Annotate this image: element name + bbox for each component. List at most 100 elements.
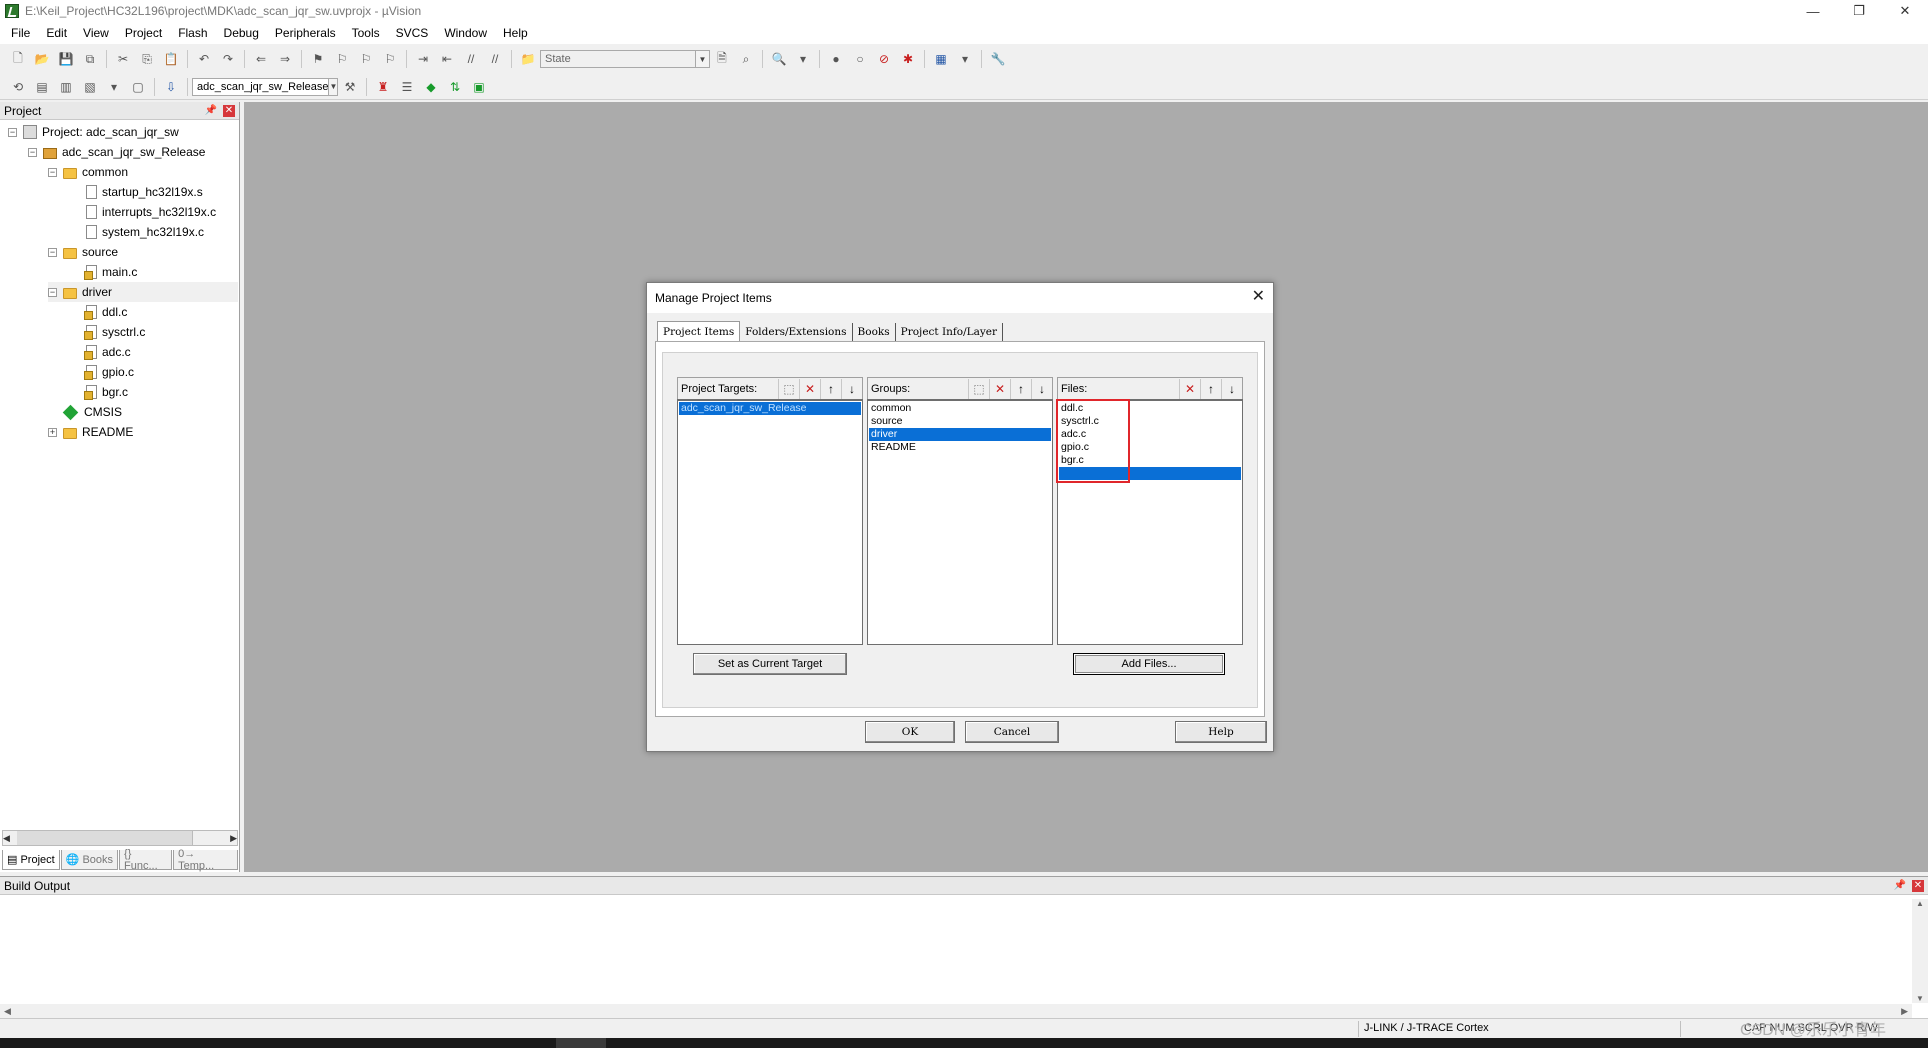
- tab-books[interactable]: 🌐 Books: [60, 850, 119, 870]
- list-item[interactable]: sysctrl.c: [1059, 415, 1241, 428]
- redo-icon[interactable]: ↷: [218, 49, 238, 69]
- tree-target[interactable]: − adc_scan_jqr_sw_Release: [28, 142, 205, 162]
- move-down-icon[interactable]: ↓: [1221, 378, 1242, 399]
- undo-icon[interactable]: ↶: [194, 49, 214, 69]
- chevron-down-icon[interactable]: ▾: [793, 49, 813, 69]
- delete-file-icon[interactable]: ✕: [1179, 378, 1200, 399]
- new-target-icon[interactable]: ⬚: [778, 378, 799, 399]
- unindent-icon[interactable]: ⇤: [437, 49, 457, 69]
- list-item[interactable]: ddl.c: [1059, 402, 1241, 415]
- bookmark-clear-icon[interactable]: ⚐: [380, 49, 400, 69]
- breakpoint-disable-icon[interactable]: ○: [850, 49, 870, 69]
- debug-session-icon[interactable]: 🔍: [769, 49, 789, 69]
- build-icon[interactable]: ▤: [32, 77, 52, 97]
- download-icon[interactable]: ⇩: [161, 77, 181, 97]
- move-down-icon[interactable]: ↓: [1031, 378, 1052, 399]
- delete-group-icon[interactable]: ✕: [989, 378, 1010, 399]
- tab-folders-extensions[interactable]: Folders/Extensions: [740, 323, 853, 341]
- state-combo[interactable]: State ▼: [540, 50, 710, 68]
- expand-icon[interactable]: +: [48, 427, 57, 437]
- project-targets-list[interactable]: adc_scan_jqr_sw_Release: [677, 399, 863, 645]
- add-files-button[interactable]: Add Files...: [1073, 653, 1225, 675]
- list-item[interactable]: bgr.c: [1059, 454, 1241, 467]
- pack-installer-icon[interactable]: ◆: [421, 77, 441, 97]
- file-extensions-icon[interactable]: ☰: [397, 77, 417, 97]
- uncomment-icon[interactable]: //: [485, 49, 505, 69]
- minimize-button[interactable]: —: [1790, 0, 1836, 22]
- build-output-horizontal-scrollbar[interactable]: ◀ ▶: [0, 1004, 1912, 1018]
- tree-file[interactable]: startup_hc32l19x.s: [86, 182, 203, 202]
- breakpoint-options-icon[interactable]: ✱: [898, 49, 918, 69]
- list-item[interactable]: source: [869, 415, 1051, 428]
- menu-peripherals[interactable]: Peripherals: [267, 26, 344, 40]
- menu-debug[interactable]: Debug: [216, 26, 267, 40]
- list-item[interactable]: driver: [869, 428, 1051, 441]
- tree-cmsis[interactable]: CMSIS: [62, 402, 122, 422]
- tree-file[interactable]: sysctrl.c: [84, 322, 145, 342]
- tab-project-items[interactable]: Project Items: [657, 321, 741, 341]
- translate-icon[interactable]: ⟲: [8, 77, 28, 97]
- scroll-left-icon[interactable]: ◀: [4, 1006, 11, 1017]
- scroll-thumb[interactable]: [17, 831, 193, 845]
- list-item[interactable]: README: [869, 441, 1051, 454]
- ok-button[interactable]: OK: [865, 721, 955, 743]
- open-file-icon[interactable]: 📂: [32, 49, 52, 69]
- configure-wrench-icon[interactable]: 🔧: [988, 49, 1008, 69]
- tree-root[interactable]: − Project: adc_scan_jqr_sw: [8, 122, 179, 142]
- list-item[interactable]: common: [869, 402, 1051, 415]
- breakpoint-icon[interactable]: ●: [826, 49, 846, 69]
- tab-functions[interactable]: {} Func...: [119, 848, 173, 872]
- batch-build-icon[interactable]: ▧: [80, 77, 100, 97]
- tree-group-driver[interactable]: − driver: [48, 282, 238, 302]
- target-select[interactable]: adc_scan_jqr_sw_Release ▼: [192, 77, 338, 96]
- menu-flash[interactable]: Flash: [170, 26, 215, 40]
- chevron-down-icon[interactable]: ▾: [104, 77, 124, 97]
- collapse-icon[interactable]: −: [28, 147, 37, 157]
- copy-icon[interactable]: ⎘: [137, 49, 157, 69]
- tree-file[interactable]: adc.c: [84, 342, 131, 362]
- scroll-down-icon[interactable]: ▼: [1916, 994, 1924, 1003]
- menu-help[interactable]: Help: [495, 26, 536, 40]
- menu-tools[interactable]: Tools: [344, 26, 388, 40]
- breakpoint-kill-icon[interactable]: ⊘: [874, 49, 894, 69]
- bookmark-next-icon[interactable]: ⚐: [356, 49, 376, 69]
- select-packs-icon[interactable]: ⇅: [445, 77, 465, 97]
- list-item-new-entry[interactable]: [1059, 467, 1241, 480]
- tab-project[interactable]: ▤ Project: [2, 850, 60, 870]
- find-icon[interactable]: 🗎: [712, 49, 732, 69]
- pin-icon[interactable]: 📌: [205, 105, 217, 116]
- menu-window[interactable]: Window: [436, 26, 495, 40]
- tab-templates[interactable]: 0→ Temp...: [173, 848, 238, 872]
- tree-file[interactable]: interrupts_hc32l19x.c: [86, 202, 216, 222]
- tree-group-source[interactable]: − source: [48, 242, 118, 262]
- collapse-icon[interactable]: −: [8, 127, 17, 137]
- scroll-right-icon[interactable]: ▶: [230, 833, 237, 844]
- close-icon[interactable]: ✕: [1912, 879, 1924, 892]
- set-current-target-button[interactable]: Set as Current Target: [693, 653, 847, 675]
- move-up-icon[interactable]: ↑: [1010, 378, 1031, 399]
- move-up-icon[interactable]: ↑: [1200, 378, 1221, 399]
- close-window-button[interactable]: ✕: [1882, 0, 1928, 22]
- tree-file[interactable]: ddl.c: [84, 302, 127, 322]
- tree-group-readme[interactable]: + README: [48, 422, 133, 442]
- tree-file[interactable]: main.c: [84, 262, 137, 282]
- dialog-close-icon[interactable]: ✕: [1252, 289, 1265, 305]
- list-item[interactable]: gpio.c: [1059, 441, 1241, 454]
- new-file-icon[interactable]: 🗋: [8, 49, 28, 69]
- bookmark-insert-icon[interactable]: ⚑: [308, 49, 328, 69]
- menu-project[interactable]: Project: [117, 26, 170, 40]
- manage-rte-icon[interactable]: ▣: [469, 77, 489, 97]
- indent-icon[interactable]: ⇥: [413, 49, 433, 69]
- manage-project-items-icon[interactable]: ♜: [373, 77, 393, 97]
- tab-books[interactable]: Books: [853, 323, 896, 341]
- rebuild-icon[interactable]: ▥: [56, 77, 76, 97]
- chevron-down-icon[interactable]: ▼: [695, 51, 709, 67]
- save-all-icon[interactable]: ⧉: [80, 49, 100, 69]
- project-horizontal-scrollbar[interactable]: ◀ ▶: [2, 830, 238, 846]
- chevron-down-icon[interactable]: ▼: [328, 78, 338, 95]
- list-item[interactable]: adc_scan_jqr_sw_Release: [679, 402, 861, 415]
- tree-file[interactable]: bgr.c: [84, 382, 128, 402]
- comment-icon[interactable]: //: [461, 49, 481, 69]
- collapse-icon[interactable]: −: [48, 167, 57, 177]
- find-in-files-icon[interactable]: 📁: [518, 49, 538, 69]
